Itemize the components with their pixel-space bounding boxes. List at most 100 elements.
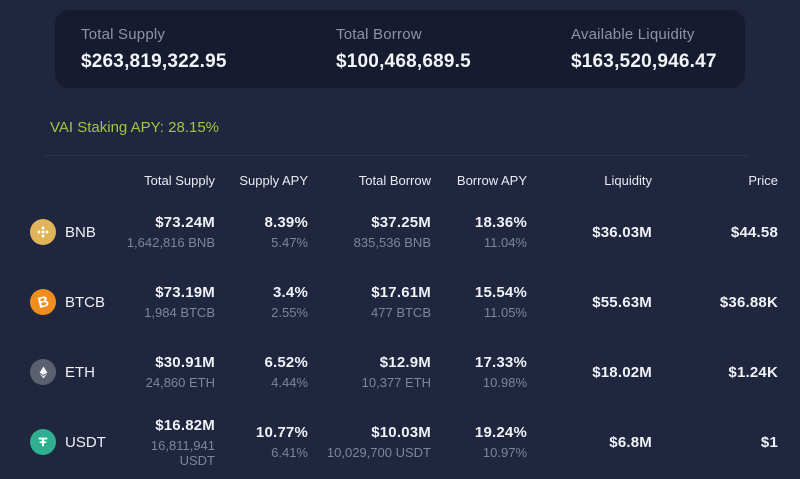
total-supply-cell: $30.91M 24,860 ETH	[120, 354, 215, 390]
total-borrow-value: $12.9M	[308, 354, 431, 371]
total-borrow-value: $17.61M	[308, 284, 431, 301]
liquidity-cell: $36.03M	[527, 224, 652, 241]
stat-label: Total Supply	[81, 26, 336, 43]
total-borrow-cell: $17.61M 477 BTCB	[308, 284, 431, 320]
header-total-supply: Total Supply	[120, 173, 215, 188]
price-cell: $36.88K	[652, 294, 778, 311]
total-supply-sub: 1,984 BTCB	[120, 305, 215, 320]
total-supply-cell: $16.82M 16,811,941 USDT	[120, 417, 215, 468]
table-row-bnb[interactable]: BNB $73.24M 1,642,816 BNB 8.39% 5.47% $3…	[30, 197, 800, 267]
borrow-apy-sub: 10.98%	[431, 375, 527, 390]
table-row-eth[interactable]: ETH $30.91M 24,860 ETH 6.52% 4.44% $12.9…	[30, 337, 800, 407]
total-supply-value: $30.91M	[120, 354, 215, 371]
price-cell: $1	[652, 434, 778, 451]
supply-apy-sub: 2.55%	[215, 305, 308, 320]
total-borrow-value: $10.03M	[308, 424, 431, 441]
total-borrow-sub: 835,536 BNB	[308, 235, 431, 250]
market-table: Total Supply Supply APY Total Borrow Bor…	[0, 166, 800, 477]
total-borrow-cell: $12.9M 10,377 ETH	[308, 354, 431, 390]
supply-apy-cell: 3.4% 2.55%	[215, 284, 308, 320]
header-price: Price	[652, 173, 778, 188]
bnb-icon	[30, 219, 56, 245]
table-header: Total Supply Supply APY Total Borrow Bor…	[30, 166, 800, 188]
price-value: $44.58	[652, 224, 778, 241]
total-supply-value: $73.19M	[120, 284, 215, 301]
borrow-apy-sub: 11.05%	[431, 305, 527, 320]
borrow-apy-cell: 18.36% 11.04%	[431, 214, 527, 250]
header-liquidity: Liquidity	[527, 173, 652, 188]
liquidity-cell: $55.63M	[527, 294, 652, 311]
asset-cell: ETH	[30, 359, 120, 385]
total-borrow-sub: 10,377 ETH	[308, 375, 431, 390]
table-row-usdt[interactable]: USDT $16.82M 16,811,941 USDT 10.77% 6.41…	[30, 407, 800, 477]
total-borrow-sub: 10,029,700 USDT	[308, 445, 431, 460]
table-row-btcb[interactable]: B BTCB $73.19M 1,984 BTCB 3.4% 2.55% $17…	[30, 267, 800, 337]
total-supply-sub: 24,860 ETH	[120, 375, 215, 390]
liquidity-value: $6.8M	[527, 434, 652, 451]
asset-symbol: ETH	[65, 364, 95, 381]
total-supply-cell: $73.24M 1,642,816 BNB	[120, 214, 215, 250]
total-supply-value: $73.24M	[120, 214, 215, 231]
header-borrow-apy: Borrow APY	[431, 173, 527, 188]
asset-cell: BNB	[30, 219, 120, 245]
stat-value: $163,520,946.47	[571, 51, 717, 73]
header-supply-apy: Supply APY	[215, 173, 308, 188]
vai-staking-apy: VAI Staking APY: 28.15%	[50, 119, 219, 136]
liquidity-cell: $18.02M	[527, 364, 652, 381]
eth-icon	[30, 359, 56, 385]
total-supply-sub: 16,811,941 USDT	[120, 438, 215, 468]
supply-apy-sub: 5.47%	[215, 235, 308, 250]
borrow-apy-value: 19.24%	[431, 424, 527, 441]
supply-apy-cell: 8.39% 5.47%	[215, 214, 308, 250]
borrow-apy-cell: 15.54% 11.05%	[431, 284, 527, 320]
asset-cell: USDT	[30, 429, 120, 455]
total-borrow-value: $37.25M	[308, 214, 431, 231]
asset-symbol: BTCB	[65, 294, 105, 311]
asset-symbol: BNB	[65, 224, 96, 241]
divider	[45, 155, 748, 156]
stat-total-borrow: Total Borrow $100,468,689.5	[336, 26, 571, 73]
price-value: $36.88K	[652, 294, 778, 311]
supply-apy-value: 10.77%	[215, 424, 308, 441]
total-supply-sub: 1,642,816 BNB	[120, 235, 215, 250]
stat-total-supply: Total Supply $263,819,322.95	[81, 26, 336, 73]
liquidity-cell: $6.8M	[527, 434, 652, 451]
stat-available-liquidity: Available Liquidity $163,520,946.47	[571, 26, 717, 73]
asset-symbol: USDT	[65, 434, 106, 451]
usdt-icon	[30, 429, 56, 455]
supply-apy-cell: 6.52% 4.44%	[215, 354, 308, 390]
supply-apy-sub: 6.41%	[215, 445, 308, 460]
supply-apy-value: 8.39%	[215, 214, 308, 231]
total-borrow-cell: $10.03M 10,029,700 USDT	[308, 424, 431, 460]
supply-apy-value: 6.52%	[215, 354, 308, 371]
supply-apy-sub: 4.44%	[215, 375, 308, 390]
price-value: $1	[652, 434, 778, 451]
total-borrow-cell: $37.25M 835,536 BNB	[308, 214, 431, 250]
borrow-apy-value: 15.54%	[431, 284, 527, 301]
total-supply-cell: $73.19M 1,984 BTCB	[120, 284, 215, 320]
supply-apy-value: 3.4%	[215, 284, 308, 301]
stat-value: $263,819,322.95	[81, 51, 336, 73]
price-cell: $1.24K	[652, 364, 778, 381]
borrow-apy-sub: 10.97%	[431, 445, 527, 460]
borrow-apy-cell: 19.24% 10.97%	[431, 424, 527, 460]
borrow-apy-value: 17.33%	[431, 354, 527, 371]
price-value: $1.24K	[652, 364, 778, 381]
total-supply-value: $16.82M	[120, 417, 215, 434]
price-cell: $44.58	[652, 224, 778, 241]
btcb-icon: B	[30, 289, 56, 315]
asset-cell: B BTCB	[30, 289, 120, 315]
stat-value: $100,468,689.5	[336, 51, 571, 73]
supply-apy-cell: 10.77% 6.41%	[215, 424, 308, 460]
stats-card: Total Supply $263,819,322.95 Total Borro…	[55, 10, 745, 88]
total-borrow-sub: 477 BTCB	[308, 305, 431, 320]
liquidity-value: $18.02M	[527, 364, 652, 381]
header-total-borrow: Total Borrow	[308, 173, 431, 188]
borrow-apy-value: 18.36%	[431, 214, 527, 231]
stat-label: Total Borrow	[336, 26, 571, 43]
liquidity-value: $36.03M	[527, 224, 652, 241]
liquidity-value: $55.63M	[527, 294, 652, 311]
stat-label: Available Liquidity	[571, 26, 717, 43]
borrow-apy-sub: 11.04%	[431, 235, 527, 250]
borrow-apy-cell: 17.33% 10.98%	[431, 354, 527, 390]
